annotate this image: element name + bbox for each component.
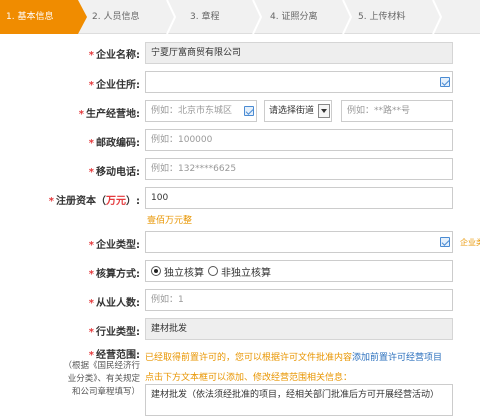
scope-edit-hint: 点击下方文本框可以添加、修改经营范围相关信息： xyxy=(145,373,353,383)
step-divider xyxy=(166,0,176,34)
radio-independent-label[interactable]: 独立核算 xyxy=(164,264,204,279)
employees-label: * 从业人数: xyxy=(88,298,140,309)
address-label: * 企业住所: xyxy=(88,80,140,91)
add-permit-link[interactable]: 添加前置许可经营项目 xyxy=(352,353,442,363)
business-location-label: * 生产经营地: xyxy=(78,109,140,120)
scope-note: （根据《国民经济行 业分类》、有关规定 和公司章程填写） xyxy=(63,361,140,397)
mobile-input[interactable]: 例如：132****6625 xyxy=(145,158,453,180)
radio-non-independent-label[interactable]: 非独立核算 xyxy=(221,264,271,279)
step-label: 1. 基本信息 xyxy=(6,12,54,22)
capital-label: * 注册资本（万元）: xyxy=(48,196,140,207)
postcode-input[interactable]: 例如：100000 xyxy=(145,129,453,151)
step-label: 3. 章程 xyxy=(190,12,220,22)
step-label: 4. 证照分离 xyxy=(270,12,318,22)
company-type-label: * 企业类型: xyxy=(88,240,140,251)
district-picker-icon[interactable] xyxy=(244,106,254,116)
step-progress-bar: 1. 基本信息 2. 人员信息 3. 章程 4. 证照分离 5. 上传材料 xyxy=(0,0,480,34)
company-type-picker-icon[interactable] xyxy=(440,237,450,247)
step-arrow xyxy=(78,0,87,34)
accounting-label: * 核算方式: xyxy=(88,269,140,280)
address-picker-icon[interactable] xyxy=(440,77,450,87)
capital-input[interactable]: 100 xyxy=(145,187,453,209)
step-divider xyxy=(342,0,352,34)
company-name-field: 宁夏厅富商贸有限公司 xyxy=(145,42,453,64)
step-label: 2. 人员信息 xyxy=(92,12,140,22)
company-name-label: * 企业名称: xyxy=(88,50,140,61)
scope-textarea[interactable]: 建材批发（依法须经批准的项目，经相关部门批准后方可开展经营活动） xyxy=(145,384,453,416)
step-divider xyxy=(432,0,442,34)
step-divider xyxy=(252,0,262,34)
scope-label: * 经营范围: xyxy=(88,350,140,361)
capital-amount-hint: 壹佰万元整 xyxy=(147,216,193,226)
address-detail-input[interactable]: 例如：**路**号 xyxy=(341,100,453,122)
radio-independent[interactable] xyxy=(151,266,161,276)
company-type-input[interactable] xyxy=(145,231,453,253)
district-input[interactable]: 例如：北京市东城区 xyxy=(145,100,257,122)
scope-permit-hint: 已经取得前置许可的，您可以根据许可文件批准内容添加前置许可经营项目 xyxy=(145,353,443,363)
company-type-side-hint: 企业类 xyxy=(460,238,480,247)
chevron-down-icon[interactable] xyxy=(318,104,330,118)
industry-label: * 行业类型: xyxy=(88,327,140,338)
employees-input[interactable]: 例如：1 xyxy=(145,289,453,311)
step-label: 5. 上传材料 xyxy=(358,12,406,22)
step-basic-info[interactable]: 1. 基本信息 xyxy=(0,0,78,34)
radio-non-independent[interactable] xyxy=(208,266,218,276)
postcode-label: * 邮政编码: xyxy=(88,138,140,149)
industry-field: 建材批发 xyxy=(145,318,453,340)
mobile-label: * 移动电话: xyxy=(88,167,140,178)
address-input[interactable] xyxy=(145,71,453,93)
